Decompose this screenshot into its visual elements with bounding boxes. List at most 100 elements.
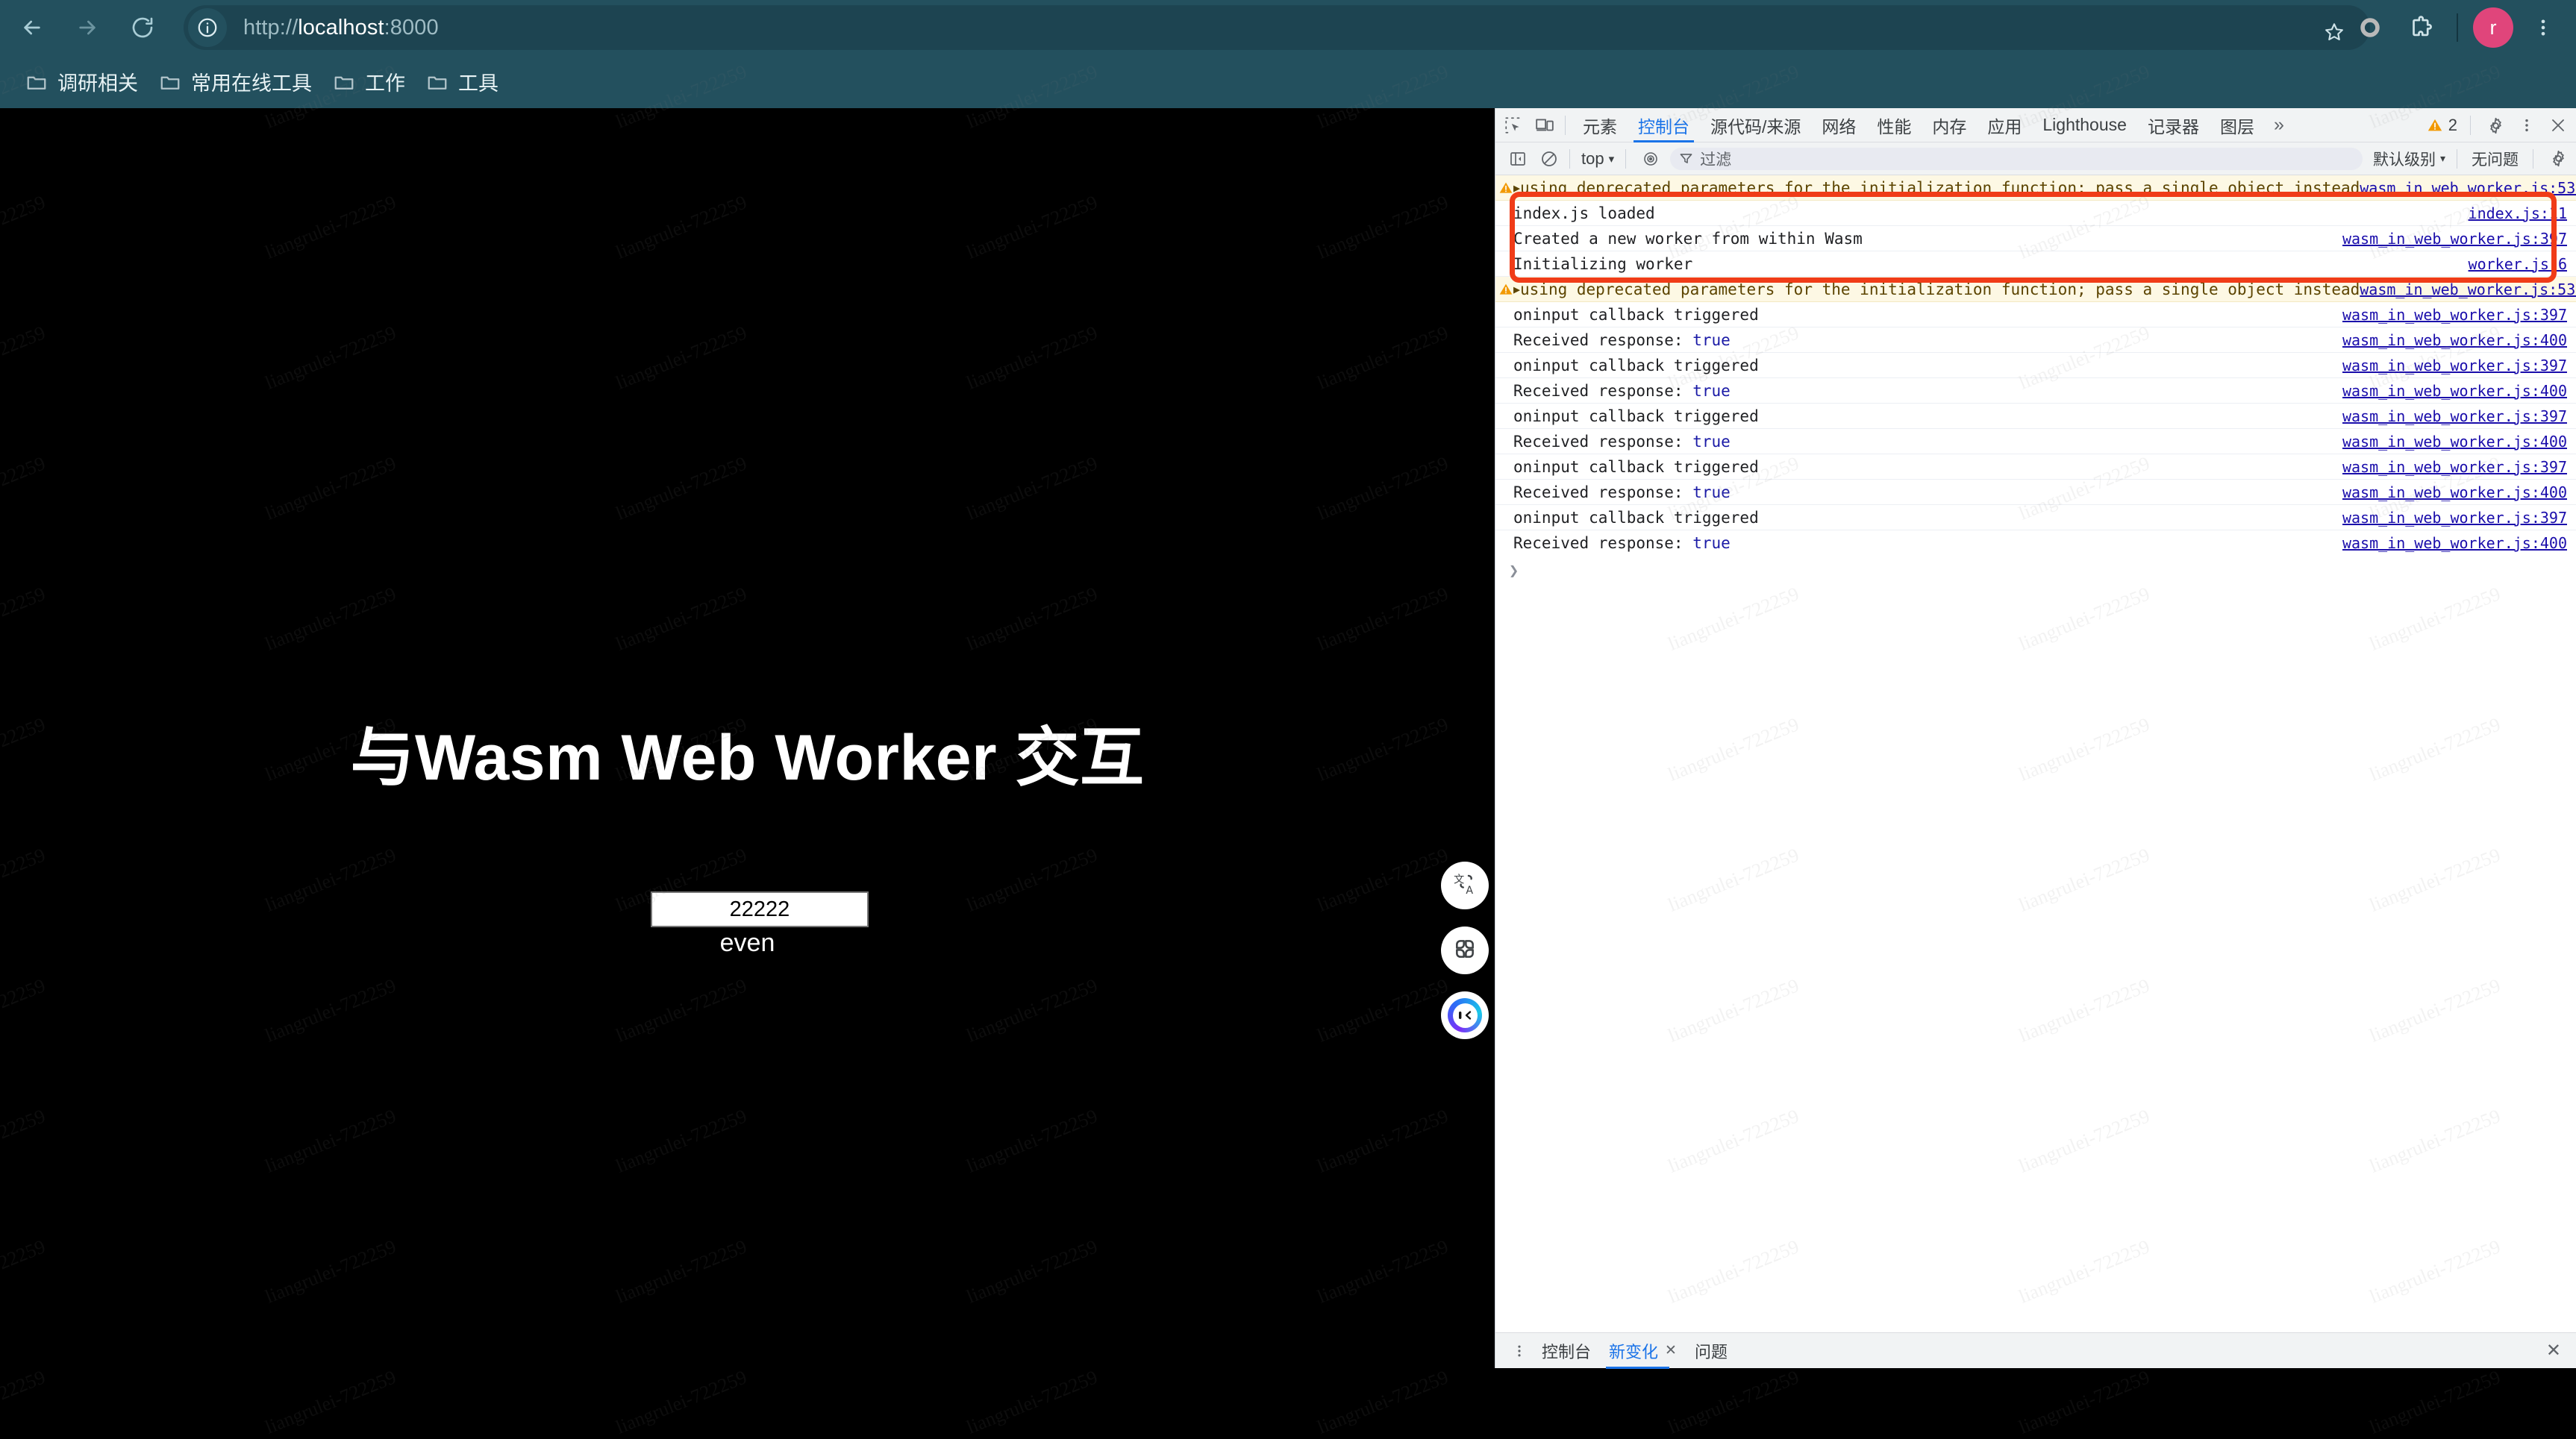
close-icon[interactable] <box>2545 112 2572 139</box>
console-source-link[interactable]: wasm_in_web_worker.js:397 <box>2342 230 2567 248</box>
console-source-link[interactable]: wasm_in_web_worker.js:400 <box>2342 382 2567 400</box>
console-row-log[interactable]: Received response: true wasm_in_web_work… <box>1495 429 2576 454</box>
log-level-select[interactable]: 默认级别 ▾ <box>2369 148 2450 170</box>
console-toolbar-divider-2 <box>1625 148 1627 169</box>
issues-status-text[interactable]: 无问题 <box>2464 148 2526 170</box>
console-source-link[interactable]: worker.js:6 <box>2469 255 2567 273</box>
drawer-close-icon[interactable]: ✕ <box>2537 1340 2570 1361</box>
console-value-boolean: true <box>1692 483 1731 501</box>
parity-result: even <box>719 929 775 957</box>
console-row-warning[interactable]: ▶ using deprecated parameters for the in… <box>1495 277 2576 302</box>
expand-arrow-icon[interactable]: ▶ <box>1513 181 1520 195</box>
forward-button[interactable] <box>64 4 110 51</box>
tab-lighthouse[interactable]: Lighthouse <box>2032 108 2137 142</box>
console-row-log[interactable]: oninput callback triggered wasm_in_web_w… <box>1495 505 2576 530</box>
warning-triangle-icon <box>1498 181 1513 195</box>
console-row-warning[interactable]: ▶ using deprecated parameters for the in… <box>1495 175 2576 201</box>
bookmark-label: 常用在线工具 <box>191 72 312 95</box>
device-toolbar-icon[interactable] <box>1531 112 1558 139</box>
console-message-list[interactable]: ▶ using deprecated parameters for the in… <box>1495 175 2576 1332</box>
tab-elements[interactable]: 元素 <box>1572 108 1628 142</box>
tab-network[interactable]: 网络 <box>1811 108 1866 142</box>
three-dot-vertical-icon[interactable] <box>2513 112 2540 139</box>
console-source-link[interactable]: wasm_in_web_worker.js:397 <box>2342 357 2567 374</box>
number-input[interactable] <box>651 891 869 927</box>
translate-icon: 文 A <box>1452 871 1478 900</box>
console-source-link[interactable]: wasm_in_web_worker.js:397 <box>2342 407 2567 425</box>
inspect-element-icon[interactable] <box>1500 112 1527 139</box>
bookmark-folder-3[interactable]: 工具 <box>416 63 509 101</box>
circle-profile-icon[interactable] <box>2347 4 2393 51</box>
three-dot-vertical-icon[interactable] <box>1506 1338 1533 1364</box>
close-icon[interactable]: ✕ <box>1665 1342 1677 1359</box>
console-row-log[interactable]: Received response: true wasm_in_web_work… <box>1495 327 2576 353</box>
console-source-link[interactable]: wasm_in_web_worker.js:397 <box>2342 509 2567 527</box>
console-row-log[interactable]: oninput callback triggered wasm_in_web_w… <box>1495 302 2576 327</box>
console-row-log[interactable]: Created a new worker from within Wasm wa… <box>1495 226 2576 251</box>
console-source-link[interactable]: wasm_in_web_worker.js:397 <box>2342 458 2567 476</box>
tab-application[interactable]: 应用 <box>1977 108 2032 142</box>
watermark-text: liangrulei-722259 <box>0 1366 49 1438</box>
console-value-boolean: true <box>1692 381 1731 400</box>
drawer-tab-issues[interactable]: 问题 <box>1686 1333 1736 1369</box>
console-row-log[interactable]: oninput callback triggered wasm_in_web_w… <box>1495 454 2576 480</box>
more-tabs-button[interactable]: » <box>2265 108 2293 142</box>
console-source-link[interactable]: wasm_in_web_worker.js:400 <box>2342 534 2567 552</box>
apps-grid-fab[interactable] <box>1441 927 1489 974</box>
svg-text:A: A <box>1466 884 1473 896</box>
extensions-puzzle-icon[interactable] <box>2398 4 2444 51</box>
console-source-link[interactable]: wasm_in_web_worker.js:531 <box>2360 280 2576 298</box>
console-value-boolean: true <box>1692 330 1731 349</box>
url-text[interactable]: http://localhost:8000 <box>243 16 439 40</box>
bookmark-folder-0[interactable]: 调研相关 <box>15 63 149 101</box>
console-prompt[interactable]: ❯ <box>1495 556 2576 586</box>
settings-gear-icon[interactable] <box>2482 112 2509 139</box>
console-message-text: oninput callback triggered <box>1513 407 1759 425</box>
console-source-link[interactable]: wasm_in_web_worker.js:400 <box>2342 433 2567 451</box>
live-expression-eye-icon[interactable] <box>1637 145 1664 172</box>
execution-context-value: top <box>1581 148 1604 168</box>
settings-gear-icon[interactable] <box>2545 145 2572 172</box>
bookmark-folder-2[interactable]: 工作 <box>322 63 416 101</box>
reload-button[interactable] <box>119 4 166 51</box>
drawer-tab-whats-new[interactable]: 新变化 ✕ <box>1600 1333 1686 1369</box>
tab-recorder[interactable]: 记录器 <box>2137 108 2210 142</box>
tab-memory[interactable]: 内存 <box>1922 108 1977 142</box>
warning-count-badge[interactable]: 2 <box>2421 116 2463 135</box>
tab-sources[interactable]: 源代码/来源 <box>1700 108 1811 142</box>
console-source-link[interactable]: wasm_in_web_worker.js:397 <box>2342 306 2567 324</box>
console-row-log[interactable]: oninput callback triggered wasm_in_web_w… <box>1495 404 2576 429</box>
address-bar[interactable]: http://localhost:8000 <box>184 5 2370 50</box>
execution-context-select[interactable]: top ▾ <box>1577 149 1619 169</box>
console-source-link[interactable]: wasm_in_web_worker.js:531 <box>2360 179 2576 197</box>
console-message-text: Initializing worker <box>1513 254 1693 273</box>
tab-console[interactable]: 控制台 <box>1628 108 1700 142</box>
tab-performance[interactable]: 性能 <box>1866 108 1922 142</box>
console-message-text: oninput callback triggered <box>1513 457 1759 476</box>
console-row-log[interactable]: Received response: true wasm_in_web_work… <box>1495 480 2576 505</box>
console-source-link[interactable]: index.js:11 <box>2469 204 2567 222</box>
tab-layers[interactable]: 图层 <box>2210 108 2265 142</box>
console-filter-input[interactable]: 过滤 <box>1670 147 2363 170</box>
console-row-log[interactable]: Initializing worker worker.js:6 <box>1495 251 2576 277</box>
console-source-link[interactable]: wasm_in_web_worker.js:400 <box>2342 331 2567 349</box>
folder-icon <box>426 71 448 93</box>
console-message-text: Received response: true <box>1513 483 1731 501</box>
back-button[interactable] <box>9 4 55 51</box>
console-row-log[interactable]: Received response: true wasm_in_web_work… <box>1495 378 2576 404</box>
bookmark-folder-1[interactable]: 常用在线工具 <box>149 63 322 101</box>
console-source-link[interactable]: wasm_in_web_worker.js:400 <box>2342 483 2567 501</box>
clear-console-icon[interactable] <box>1536 145 1563 172</box>
info-circle-icon[interactable] <box>188 8 227 47</box>
drawer-tab-console[interactable]: 控制台 <box>1533 1333 1600 1369</box>
folder-icon <box>333 71 355 93</box>
translate-fab[interactable]: 文 A <box>1441 862 1489 909</box>
expand-arrow-icon[interactable]: ▶ <box>1513 283 1520 296</box>
three-dot-vertical-icon[interactable] <box>2520 4 2566 51</box>
avatar[interactable]: r <box>2473 7 2513 48</box>
console-row-log[interactable]: index.js loaded index.js:11 <box>1495 201 2576 226</box>
console-row-log[interactable]: Received response: true wasm_in_web_work… <box>1495 530 2576 556</box>
console-sidebar-icon[interactable] <box>1504 145 1531 172</box>
ai-assistant-fab[interactable] <box>1441 991 1489 1039</box>
console-row-log[interactable]: oninput callback triggered wasm_in_web_w… <box>1495 353 2576 378</box>
